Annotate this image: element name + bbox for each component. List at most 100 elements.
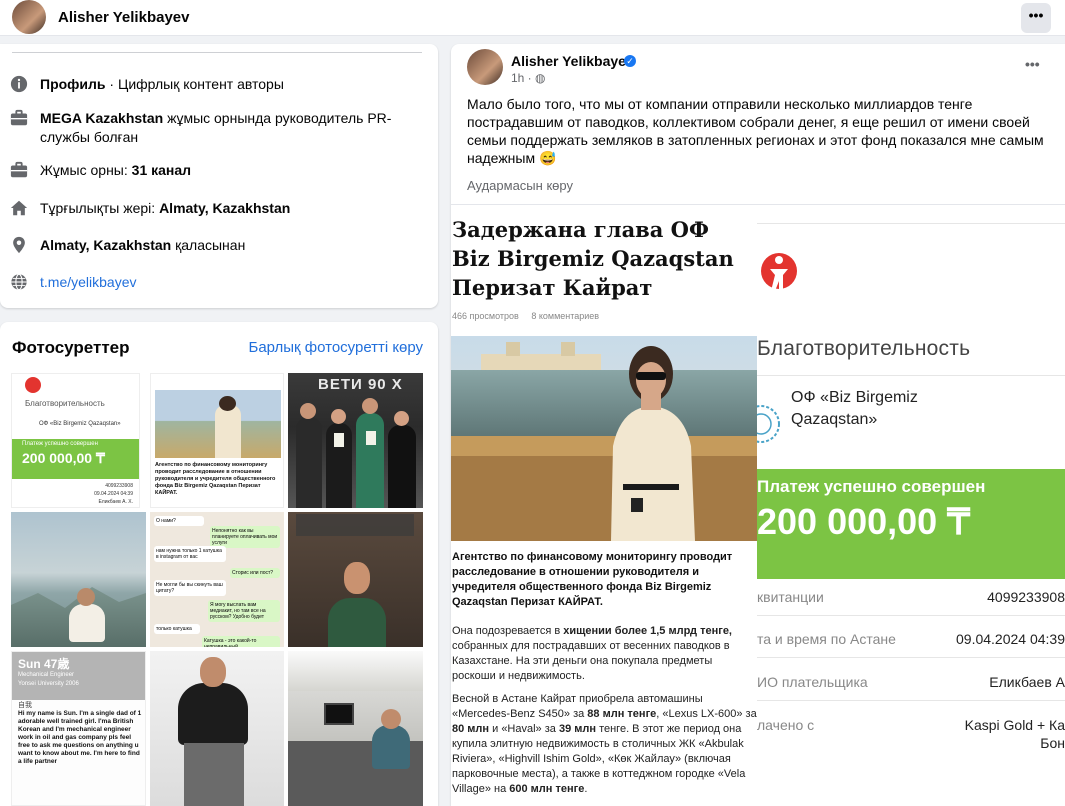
photo-thumb-chat[interactable]: О нами? Непонятно как вы планируете опла… [150,512,284,647]
person-silhouette [69,604,105,642]
receipt-fund-name: ОФ «Biz Birgemiz Qazaqstan» [791,389,918,428]
chat-bubble-in: Не могли бы вы скинуть ваш цитату? [154,580,226,596]
chat-bubble-out: Непонятно как вы планируете оплачивать м… [210,526,280,548]
photo-thumb-mountains[interactable] [11,512,146,647]
profile-avatar[interactable] [12,0,46,34]
intro-lives-prefix: Тұрғылықты жері: [40,200,160,216]
profile-name[interactable]: Alisher Yelikbayev [58,9,189,26]
info-icon [10,75,28,93]
post-options-button[interactable]: ••• [1025,56,1040,72]
intro-from-text: қаласынан [171,237,246,253]
held-book [334,433,344,447]
person-head [344,562,370,594]
location-pin-icon [13,236,25,254]
receipt-divider [757,223,1065,224]
receipt-charity-title: Благотворительность [757,337,971,360]
photo-thumb-dating-profile[interactable]: Sun 47歳 Mechanical Engineer Yonsei Unive… [11,651,146,806]
retro-title: ВЕТИ 90 Х [318,376,403,393]
profile-top-bar: Alisher Yelikbayev ••• [0,0,1065,36]
intro-item-work-past: MEGA Kazakhstan жұмыс орнында руководите… [10,109,425,147]
person-head [394,411,409,426]
website-link[interactable]: t.me/yelikbayev [40,274,136,290]
charity-logo-icon [761,253,797,291]
person-head [77,588,95,606]
chat-bubble-out: Катушка - это какой-то неправильный [202,636,280,647]
intro-work-company[interactable]: 31 канал [132,162,191,178]
intro-work-past-company[interactable]: MEGA Kazakhstan [40,110,163,126]
photo-thumb-receipt[interactable]: Благотворительность ОФ «Biz Birgemiz Qaz… [11,373,140,508]
globe-icon [11,273,27,291]
intro-lives-city[interactable]: Almaty, Kazakhstan [159,200,290,216]
globe-icon: ◍ [535,71,546,85]
article-p2-d: 80 млн [452,723,490,735]
receipt-row-value: Бон [1040,735,1065,751]
sun-title: Sun 47歳 [18,657,70,671]
intro-profile-text: · Цифрлық контент авторы [105,76,284,92]
post-author-avatar[interactable] [467,49,503,85]
fund-logo-icon [757,405,780,443]
mini-receipt-sum: 200 000,00 ₸ [22,450,105,466]
receipt-row-label: та и время по Астане [757,631,896,647]
photo-thumb-man-black-shirt[interactable] [150,651,284,806]
mini-receipt-fund: ОФ «Biz Birgemiz Qazaqstan» [39,421,121,427]
article-lead: Агентство по финансовому мониторингу про… [452,551,733,608]
article-views: 466 просмотров [452,311,519,321]
person-head [300,403,316,419]
post-image-receipt[interactable]: Благотворительность ОФ «Biz Birgemiz Qaz… [757,204,1065,806]
verified-badge-icon: ✓ [624,55,636,67]
portrait-header-strip [296,514,414,536]
intro-item-website: t.me/yelikbayev [10,273,425,292]
person-silhouette [178,683,248,745]
chat-bubble-in: только катушка [154,624,200,634]
mini-receipt-row1: 4099233908 [105,483,133,489]
post-image-article[interactable]: Задержана глава ОФ Biz Birgemiz Qazaqsta… [451,204,757,806]
sun-label: 自我 [18,702,32,709]
article-p2-c: , «Lexus LX-600» за [656,708,757,720]
receipt-row-value: 4099233908 [987,589,1065,605]
sun-bio: Hi my name is Sun. I'm a single dad of 1… [18,710,142,765]
photo-thumb-business-class[interactable] [288,651,423,806]
receipt-row-value: Kaspi Gold + Ка [964,717,1065,733]
intro-card: Профиль · Цифрлық контент авторы MEGA Ka… [0,44,438,308]
post-author-name[interactable]: Alisher Yelikbayev [511,53,634,69]
article-p1-c: собранных для пострадавших от весенних п… [452,640,730,682]
receipt-row-value: Еликбаев А [989,674,1065,690]
article-p2-b: 88 млн тенге [587,708,657,720]
intro-item-work: Жұмыс орны: 31 канал [10,161,425,180]
receipt-status: Платеж успешно совершен [757,477,986,496]
article-p1-a: Она подозревается в [452,625,564,637]
mini-receipt-row2: 09.04.2024 04:39 [94,491,133,497]
photos-card: Фотосуреттер Барлық фотосуретті көру Бла… [0,322,438,806]
photo-thumb-article[interactable]: Агентство по финансовому мониторингу про… [150,373,284,508]
home-icon [10,200,28,216]
see-translation-link[interactable]: Аудармасын көру [467,178,573,193]
person-legs [184,743,244,806]
article-paragraph-1: Она подозревается в хищении более 1,5 мл… [452,624,757,684]
briefcase-icon [10,109,28,126]
post-card: Alisher Yelikbayev ✓ 1h · ◍ ••• Мало был… [451,44,1065,806]
post-time-text: 1h · [511,71,536,85]
photo-thumb-portrait[interactable] [288,512,423,647]
more-options-button[interactable]: ••• [1021,3,1051,33]
post-timestamp[interactable]: 1h · ◍ [511,71,546,85]
chat-bubble-in: нам нужна только 1 катушка в instagram о… [154,546,226,562]
photos-title: Фотосуреттер [12,338,130,357]
receipt-row-label: лачено с [757,717,815,733]
mini-receipt-row3: Еликбаев А. Х. [98,499,133,505]
charity-logo-icon [25,377,41,393]
article-photo [451,336,757,541]
intro-from-city[interactable]: Almaty, Kazakhstan [40,237,171,253]
receipt-divider [757,700,1065,701]
person-silhouette [296,417,322,508]
post-text: Мало было того, что мы от компании отпра… [467,96,1044,166]
held-book [366,431,376,445]
intro-item-profile: Профиль · Цифрлық контент авторы [10,75,425,94]
article-body: Она подозревается в хищении более 1,5 мл… [452,624,757,805]
seat-screen [324,703,354,725]
sun-job: Mechanical Engineer [18,672,75,678]
photo-thumb-retro-party[interactable]: ВЕТИ 90 Х [288,373,423,508]
see-all-photos-link[interactable]: Барлық фотосуретті көру [248,339,423,356]
receipt-row-label: ИО плательщика [757,674,868,690]
article-p2-i: . [584,783,588,795]
chat-bubble-in: О нами? [154,516,204,526]
